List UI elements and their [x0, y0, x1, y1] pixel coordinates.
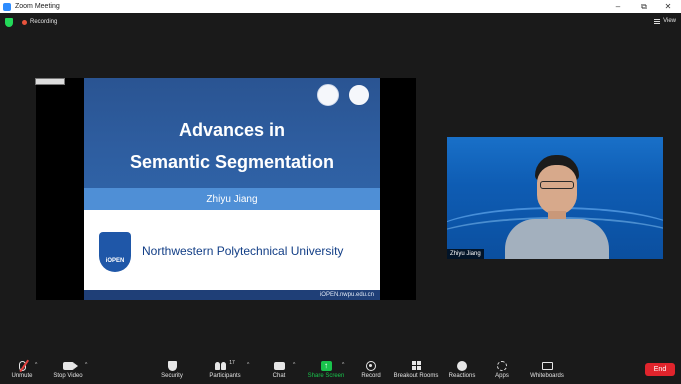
window-title: Zoom Meeting — [15, 3, 60, 10]
meeting-toolbar: Unmute ^ Stop Video ^ Security 17 Partic… — [0, 355, 681, 384]
unmute-label: Unmute — [11, 373, 33, 379]
recording-dot-icon — [22, 19, 27, 25]
view-label: View — [663, 18, 676, 24]
security-button[interactable]: Security — [157, 355, 187, 384]
reactions-button[interactable]: Reactions — [447, 355, 477, 384]
slide-title-line1: Advances in — [178, 120, 286, 140]
security-label: Security — [161, 373, 183, 379]
audio-options-chevron-icon[interactable]: ^ — [35, 362, 37, 368]
camera-icon — [62, 361, 78, 370]
iopen-logo: iOPEN — [99, 232, 131, 272]
whiteboards-label: Whiteboards — [530, 373, 564, 379]
breakout-rooms-label: Breakout Rooms — [393, 373, 439, 379]
person-face — [537, 165, 577, 215]
stop-video-label: Stop Video — [53, 373, 83, 379]
record-label: Record — [361, 373, 381, 379]
reactions-smiley-icon — [457, 360, 467, 371]
presentation-slide: Advances in Semantic Segmentation Zhiyu … — [84, 78, 380, 300]
chat-bubble-icon — [273, 361, 285, 370]
participant-name-label: Zhiyu Jiang — [447, 249, 484, 259]
apps-icon — [497, 360, 507, 371]
mini-shared-window-thumb[interactable] — [35, 78, 65, 85]
record-icon — [366, 360, 376, 371]
participants-chevron-icon[interactable]: ^ — [247, 362, 249, 368]
slide-url: iOPEN.nwpu.edu.cn — [84, 290, 380, 300]
shared-screen: Advances in Semantic Segmentation Zhiyu … — [35, 78, 416, 300]
slide-title-line2: Semantic Segmentation — [129, 152, 335, 172]
share-screen-label: Share Screen — [307, 373, 345, 379]
maximize-button[interactable]: ⧉ — [632, 0, 656, 13]
security-shield-icon[interactable] — [5, 18, 13, 27]
whiteboard-icon — [541, 361, 553, 370]
share-options-chevron-icon[interactable]: ^ — [342, 362, 344, 368]
minimize-button[interactable]: – — [606, 0, 630, 13]
breakout-rooms-button[interactable]: Breakout Rooms — [393, 355, 439, 384]
video-options-chevron-icon[interactable]: ^ — [85, 362, 87, 368]
mic-muted-icon — [18, 360, 26, 371]
share-arrow-icon: ↑ — [320, 360, 332, 371]
person-shirt — [505, 219, 609, 259]
university-seal-icon — [348, 84, 370, 106]
slide-university-name: Northwestern Polytechnical University — [142, 244, 344, 258]
recording-label: Recording — [30, 19, 58, 25]
participant-video-tile[interactable]: Zhiyu Jiang — [447, 137, 663, 259]
recording-indicator[interactable]: Recording — [22, 19, 57, 25]
aviation-logo-icon — [317, 84, 339, 106]
chat-label: Chat — [272, 373, 286, 379]
window-titlebar: Zoom Meeting — [0, 0, 681, 13]
breakout-rooms-icon — [411, 361, 421, 370]
chat-chevron-icon[interactable]: ^ — [293, 362, 295, 368]
participants-count: 17 — [229, 360, 235, 366]
meeting-top-bar: Recording View — [0, 13, 681, 33]
whiteboards-button[interactable]: Whiteboards — [527, 355, 567, 384]
reactions-label: Reactions — [448, 373, 476, 379]
slide-author: Zhiyu Jiang — [84, 188, 380, 210]
share-screen-button[interactable]: ↑ Share Screen — [306, 355, 346, 384]
chat-button[interactable]: Chat — [268, 355, 290, 384]
end-meeting-button[interactable]: End — [645, 363, 675, 376]
zoom-app-icon — [3, 2, 11, 11]
record-button[interactable]: Record — [359, 355, 383, 384]
apps-button[interactable]: Apps — [491, 355, 513, 384]
person-glasses — [540, 181, 574, 189]
view-button[interactable]: View — [654, 18, 676, 24]
apps-label: Apps — [495, 373, 509, 379]
view-grid-icon — [654, 18, 661, 24]
stop-video-button[interactable]: Stop Video — [50, 355, 86, 384]
close-button[interactable]: ✕ — [656, 0, 680, 13]
unmute-button[interactable]: Unmute — [8, 355, 36, 384]
security-shield-icon — [167, 360, 177, 371]
participants-icon — [215, 361, 227, 370]
participants-button[interactable]: 17 Participants — [206, 355, 244, 384]
participants-label: Participants — [209, 373, 241, 379]
